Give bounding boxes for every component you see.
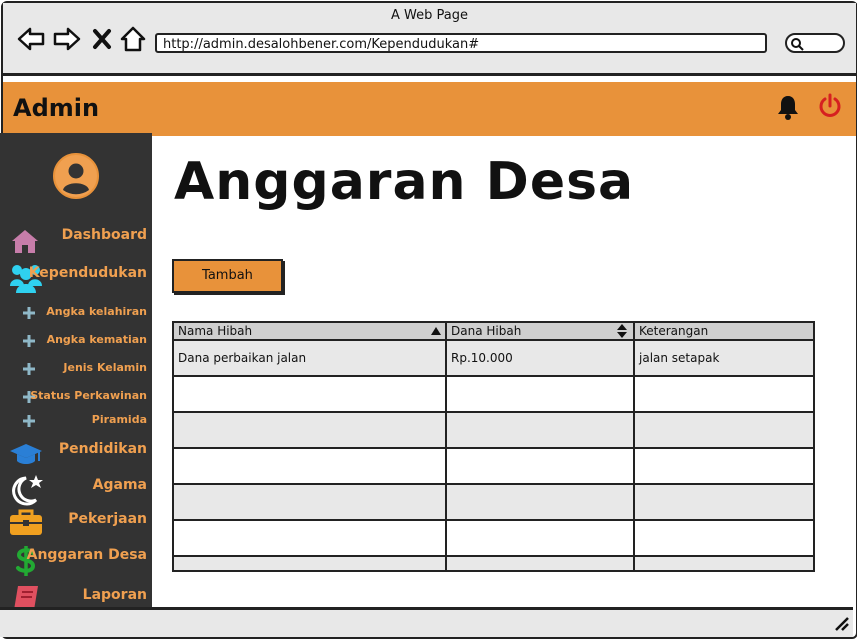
sidebar-item-pendidikan[interactable]: Pendidikan [0, 440, 152, 466]
sidebar-item-label: Jenis Kelamin [63, 361, 147, 374]
column-header-nama-hibah[interactable]: Nama Hibah [174, 323, 445, 339]
table-row[interactable] [174, 557, 813, 570]
sidebar-item-label: Laporan [82, 587, 147, 603]
table-header: Nama Hibah Dana Hibah Keterangan [174, 323, 813, 341]
column-header-dana-hibah[interactable]: Dana Hibah [447, 323, 633, 339]
sidebar-item-label: Status Perkawinan [30, 389, 147, 402]
search-field[interactable] [785, 33, 845, 53]
sidebar-item-label: Pendidikan [58, 441, 147, 457]
home-icon [10, 228, 40, 258]
plus-icon [23, 415, 35, 427]
sidebar-subitem-status-perkawinan[interactable]: Status Perkawinan [0, 386, 152, 408]
table-row[interactable]: Dana perbaikan jalan Rp.10.000 jalan set… [174, 341, 813, 377]
cell-dana-hibah: Rp.10.000 [451, 351, 513, 365]
moon-star-icon [10, 474, 46, 510]
sidebar-item-label: Agama [92, 477, 147, 493]
plus-icon [23, 335, 35, 347]
sidebar-item-label: Piramida [91, 413, 147, 426]
sidebar-subitem-angka-kematian[interactable]: Angka kematian [0, 330, 152, 352]
bell-icon[interactable] [774, 93, 802, 125]
app-title: Admin [13, 94, 100, 122]
sidebar-item-label: Angka kematian [46, 333, 147, 346]
sidebar-item-label: Angka kelahiran [46, 305, 147, 318]
sidebar-subitem-angka-kelahiran[interactable]: Angka kelahiran [0, 302, 152, 324]
back-arrow-icon[interactable] [17, 25, 45, 53]
sidebar-item-label: Kependudukan [28, 265, 147, 281]
column-divider [445, 323, 447, 570]
table-row[interactable] [174, 521, 813, 557]
sidebar-item-label: Pekerjaan [68, 511, 147, 527]
sidebar-subitem-piramida[interactable]: Piramida [0, 410, 152, 432]
app-header: Admin [3, 82, 856, 136]
plus-icon [23, 307, 35, 319]
graduation-cap-icon [9, 442, 43, 472]
sidebar-item-agama[interactable]: Agama [0, 474, 152, 506]
power-icon[interactable] [816, 92, 844, 124]
column-header-label: Nama Hibah [178, 324, 253, 338]
sidebar-item-anggaran-desa[interactable]: Anggaran Desa [0, 544, 152, 576]
cell-nama-hibah: Dana perbaikan jalan [178, 351, 307, 365]
page-title: Anggaran Desa [174, 152, 635, 212]
close-x-icon[interactable] [91, 25, 119, 53]
plus-icon [23, 363, 35, 375]
sidebar-item-label: Dashboard [61, 227, 147, 243]
sort-asc-icon [431, 327, 441, 335]
sidebar-subitem-jenis-kelamin[interactable]: Jenis Kelamin [0, 358, 152, 380]
table-row[interactable] [174, 449, 813, 485]
column-divider [633, 323, 635, 570]
table-row[interactable] [174, 485, 813, 521]
cell-keterangan: jalan setapak [639, 351, 720, 365]
sidebar-item-dashboard[interactable]: Dashboard [0, 224, 152, 253]
sidebar-item-kependudukan[interactable]: Kependudukan [0, 262, 152, 293]
home-nav-icon[interactable] [119, 25, 147, 53]
resize-handle-icon[interactable] [834, 616, 850, 636]
column-header-label: Dana Hibah [451, 324, 522, 338]
column-header-label: Keterangan [639, 324, 709, 338]
column-header-keterangan[interactable]: Keterangan [635, 323, 813, 339]
briefcase-icon [9, 508, 43, 540]
browser-status-bar [0, 607, 853, 637]
url-bar[interactable]: http://admin.desalohbener.com/Kependuduk… [155, 33, 767, 53]
add-button[interactable]: Tambah [172, 259, 283, 293]
user-avatar-icon[interactable] [52, 152, 100, 200]
sidebar-item-pekerjaan[interactable]: Pekerjaan [0, 508, 152, 535]
data-table: Nama Hibah Dana Hibah Keterangan Dana pe… [172, 321, 815, 572]
window-title: A Web Page [391, 8, 468, 23]
table-row[interactable] [174, 413, 813, 449]
search-icon [791, 38, 804, 51]
sidebar-item-label: Anggaran Desa [26, 547, 147, 563]
table-row[interactable] [174, 377, 813, 413]
sort-both-icon [617, 324, 627, 338]
browser-chrome: A Web Page http://admin.desalohbener.com… [3, 3, 856, 76]
forward-arrow-icon[interactable] [53, 25, 81, 53]
